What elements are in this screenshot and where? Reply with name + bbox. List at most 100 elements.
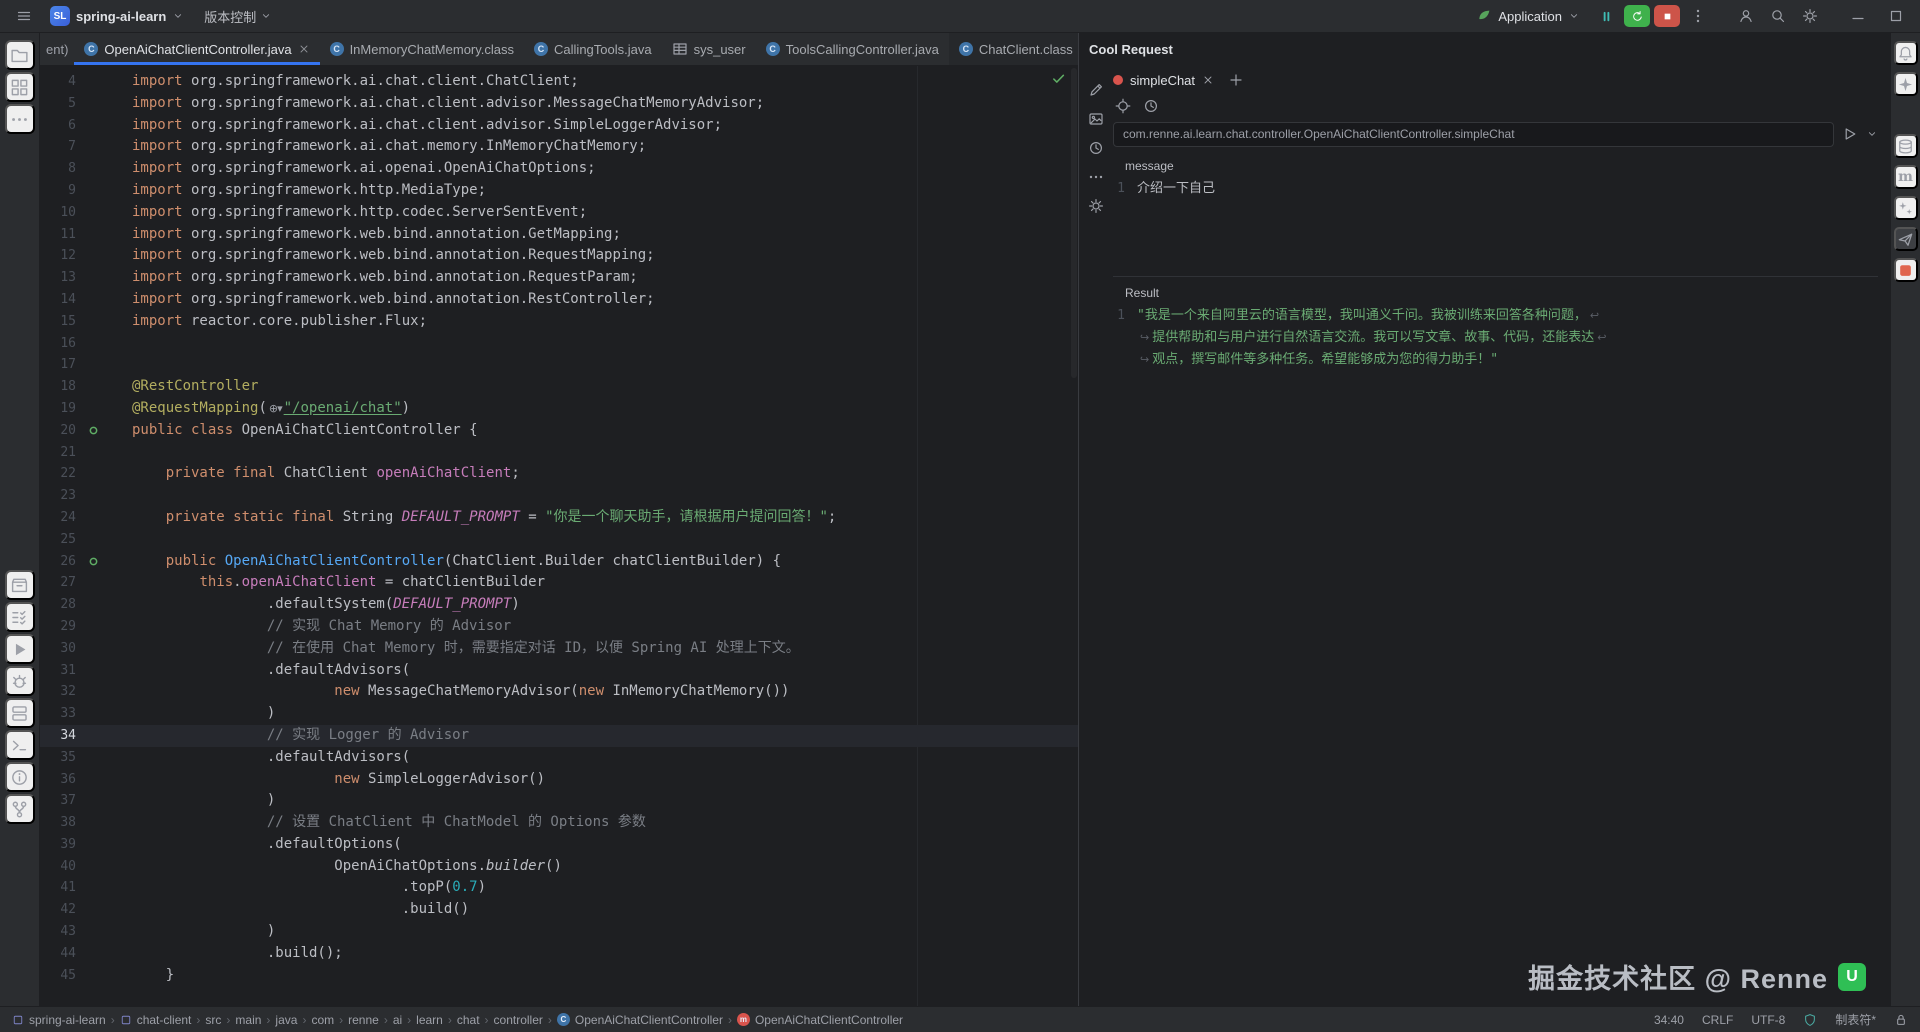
code-line[interactable]: 44 .build(); — [40, 943, 1078, 965]
code-line[interactable]: 16 — [40, 333, 1078, 355]
main-menu-button[interactable] — [10, 3, 38, 29]
code-line[interactable]: 5 import org.springframework.ai.chat.clie… — [40, 93, 1078, 115]
settings-button[interactable] — [1796, 3, 1824, 29]
tab-openaichatclientcontroller-java[interactable]: C OpenAiChatClientController.java — [74, 33, 320, 65]
code-line[interactable]: 32 new MessageChatMemoryAdvisor(new InMe… — [40, 681, 1078, 703]
run-config-selector[interactable]: Application — [1468, 8, 1588, 24]
code-line[interactable]: 45 } — [40, 965, 1078, 987]
clock-icon[interactable] — [1143, 98, 1159, 114]
brush-icon[interactable] — [1088, 82, 1104, 98]
tab-inmemorychatmemory-class[interactable]: C InMemoryChatMemory.class — [320, 33, 524, 65]
code-editor[interactable]: 4 import org.springframework.ai.chat.clie… — [40, 66, 1078, 1006]
lock-icon[interactable] — [1894, 1013, 1908, 1027]
history-icon[interactable] — [1088, 140, 1104, 156]
breadcrumb-item[interactable]: C OpenAiChatClientController — [556, 1013, 723, 1027]
message-editor[interactable]: 1 介绍一下自己 — [1113, 178, 1878, 272]
close-icon[interactable] — [1202, 74, 1214, 86]
tool-version-control[interactable] — [4, 794, 35, 824]
code-line[interactable]: 35 .defaultAdvisors( — [40, 747, 1078, 769]
tool-terminal[interactable] — [4, 730, 35, 760]
code-line[interactable]: 6 import org.springframework.ai.chat.clie… — [40, 115, 1078, 137]
stop-button[interactable] — [1654, 5, 1680, 27]
breadcrumb-item[interactable]: spring-ai-learn — [12, 1013, 106, 1027]
tool-ai-assistant[interactable] — [1893, 72, 1918, 96]
send-request-button[interactable] — [1842, 126, 1858, 142]
code-line[interactable]: 36 new SimpleLoggerAdvisor() — [40, 769, 1078, 791]
code-line[interactable]: 43 ) — [40, 921, 1078, 943]
search-everywhere-button[interactable] — [1764, 3, 1792, 29]
code-line[interactable]: 24 private static final String DEFAULT_P… — [40, 507, 1078, 529]
tool-debug[interactable] — [4, 666, 35, 696]
breadcrumb-item[interactable]: controller — [494, 1013, 543, 1027]
navigate-to-code-icon[interactable] — [1115, 98, 1131, 114]
code-with-me-button[interactable] — [1732, 3, 1760, 29]
tab-toolscallingcontroller-java[interactable]: C ToolsCallingController.java — [756, 33, 949, 65]
tab-callingtools-java[interactable]: C CallingTools.java — [524, 33, 662, 65]
file-encoding[interactable]: UTF-8 — [1751, 1013, 1785, 1027]
gear-icon[interactable] — [1088, 198, 1104, 214]
tool-more-tools[interactable] — [4, 104, 35, 134]
project-widget[interactable]: SL spring-ai-learn — [44, 6, 190, 26]
code-line[interactable]: 25 — [40, 529, 1078, 551]
add-request-tab-button[interactable] — [1228, 72, 1244, 88]
code-line[interactable]: 30 // 在使用 Chat Memory 时，需要指定对话 ID，以便 Spr… — [40, 638, 1078, 660]
code-line[interactable]: 40 OpenAiChatOptions.builder() — [40, 856, 1078, 878]
code-line[interactable]: 18 @RestController — [40, 376, 1078, 398]
tool-run[interactable] — [4, 634, 35, 664]
code-line[interactable]: 26 public OpenAiChatClientController(Cha… — [40, 551, 1078, 573]
line-separator[interactable]: CRLF — [1702, 1013, 1733, 1027]
rerun-button[interactable] — [1624, 5, 1650, 27]
code-line[interactable]: 9 import org.springframework.http.MediaTy… — [40, 180, 1078, 202]
tool-database[interactable] — [1893, 134, 1918, 158]
pause-output-button[interactable] — [1592, 3, 1620, 29]
indent-style[interactable]: 制表符* — [1835, 1011, 1876, 1028]
code-line[interactable]: 21 — [40, 442, 1078, 464]
breadcrumb-item[interactable]: src — [205, 1013, 221, 1027]
code-line[interactable]: 15 import reactor.core.publisher.Flux; — [40, 311, 1078, 333]
result-viewer[interactable]: 1 "我是一个来自阿里云的语言模型，我叫通义千问。我被训练来回答各种问题， ↩ ↪ 提供… — [1113, 305, 1878, 1006]
minimize-button[interactable] — [1844, 3, 1872, 29]
tool-structure[interactable] — [4, 72, 35, 102]
code-line[interactable]: 42 .build() — [40, 899, 1078, 921]
breadcrumb-item[interactable]: com — [311, 1013, 334, 1027]
code-line[interactable]: 7 import org.springframework.ai.chat.memo… — [40, 136, 1078, 158]
tool-project[interactable] — [4, 40, 35, 70]
more-horizontal-icon[interactable] — [1088, 169, 1104, 185]
code-line[interactable]: 33 ) — [40, 703, 1078, 725]
code-line[interactable]: 31 .defaultAdvisors( — [40, 660, 1078, 682]
tool-maven[interactable]: m — [1893, 165, 1918, 189]
breadcrumb-item[interactable]: chat — [457, 1013, 480, 1027]
endpoint-gutter-icon[interactable] — [88, 556, 99, 567]
code-line[interactable]: 27 this.openAiChatClient = chatClientBui… — [40, 572, 1078, 594]
close-icon[interactable] — [298, 43, 310, 55]
tab-ent-[interactable]: ent) — [40, 33, 74, 65]
code-line[interactable]: 39 .defaultOptions( — [40, 834, 1078, 856]
tab-chatclient-class[interactable]: C ChatClient.class — [948, 33, 1078, 65]
more-run-actions-button[interactable] — [1684, 3, 1712, 29]
code-line[interactable]: 17 — [40, 354, 1078, 376]
code-line[interactable]: 22 private final ChatClient openAiChatCl… — [40, 463, 1078, 485]
chevron-down-icon[interactable] — [1866, 128, 1878, 140]
tool-todo[interactable] — [4, 602, 35, 632]
tool-problems[interactable] — [4, 762, 35, 792]
breadcrumb-item[interactable]: renne — [348, 1013, 379, 1027]
tool-cool-request[interactable] — [1893, 227, 1918, 251]
code-line[interactable]: 41 .topP(0.7) — [40, 877, 1078, 899]
code-line[interactable]: 34 // 实现 Logger 的 Advisor — [40, 724, 1078, 747]
breadcrumb-item[interactable]: m OpenAiChatClientController — [736, 1013, 903, 1027]
breadcrumb-item[interactable]: chat-client — [120, 1013, 191, 1027]
breadcrumb-item[interactable]: ai — [393, 1013, 402, 1027]
maximize-button[interactable] — [1882, 3, 1910, 29]
caret-position[interactable]: 34:40 — [1654, 1013, 1684, 1027]
code-line[interactable]: 37 ) — [40, 790, 1078, 812]
request-tab-simplechat[interactable]: simpleChat — [1113, 73, 1214, 88]
request-url-input[interactable]: com.renne.ai.learn.chat.controller.OpenA… — [1113, 121, 1834, 147]
shield-icon[interactable] — [1803, 1013, 1817, 1027]
code-line[interactable]: 23 — [40, 485, 1078, 507]
breadcrumb-item[interactable]: learn — [416, 1013, 443, 1027]
code-line[interactable]: 20 public class OpenAiChatClientControlle… — [40, 420, 1078, 442]
tool-coverage[interactable] — [1893, 258, 1918, 282]
code-line[interactable]: 38 // 设置 ChatClient 中 ChatModel 的 Option… — [40, 812, 1078, 834]
endpoint-gutter-icon[interactable] — [88, 425, 99, 436]
image-icon[interactable] — [1088, 111, 1104, 127]
